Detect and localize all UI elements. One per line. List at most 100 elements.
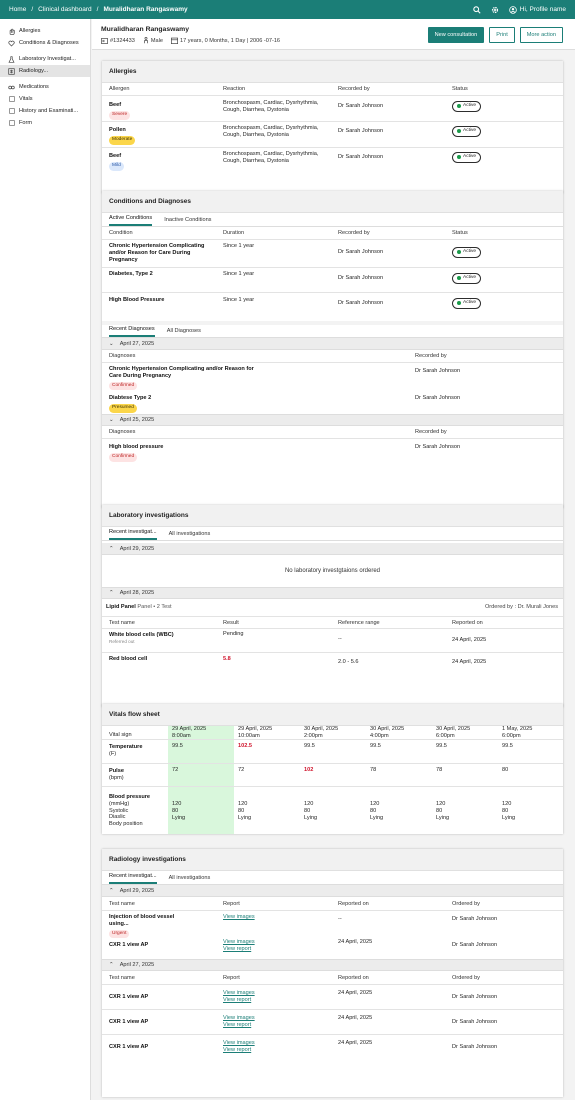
list-item[interactable]: High blood pressure Confirmed Dr Sarah Jo… [102, 439, 563, 465]
date-group-header[interactable]: ⌃ April 28, 2025 [102, 587, 563, 599]
date-group-header[interactable]: ⌄ April 25, 2025 [102, 414, 563, 426]
tab-recent-investigations[interactable]: Recent investigat... [109, 529, 157, 540]
table-row[interactable]: Chronic Hypertension Complicating and/or… [102, 240, 563, 268]
column-time: 6:00pm [436, 732, 455, 739]
diagnosis-name: Diabtese Type 2 [109, 395, 152, 401]
tab-active-conditions[interactable]: Active Conditions [109, 215, 153, 226]
reported-on: 24 April, 2025 [338, 939, 373, 945]
print-button[interactable]: Print [489, 27, 515, 43]
pulse-value: 72 [172, 767, 179, 773]
more-action-button[interactable]: More action [519, 27, 563, 43]
table-row[interactable]: CXR 1 view AP View images View report 24 … [102, 938, 563, 957]
vitals-column-date: 1 May, 2025 6:00pm [502, 726, 532, 740]
sidebar-item-allergies[interactable]: Allergies [0, 25, 90, 37]
chevron-up-icon: ⌃ [109, 962, 114, 968]
temperature-value: 99.5 [172, 743, 183, 749]
new-consultation-button[interactable]: New consultation [427, 27, 485, 43]
vitals-title: Vitals flow sheet [102, 704, 563, 726]
sidebar-item-medications[interactable]: Medications [0, 81, 90, 93]
reaction-text: Bronchospasm, Cardiac, Dysrhythmia, Coug… [223, 125, 319, 138]
column-header: Status [452, 86, 468, 92]
column-time: 4:00pm [370, 732, 389, 739]
sidebar-item-label: Conditions & Diagnoses [19, 40, 79, 46]
table-row[interactable]: CXR 1 view AP View images View report 24 … [102, 985, 563, 1010]
view-images-link[interactable]: View images [223, 1015, 255, 1021]
heart-icon [8, 40, 15, 47]
test-name: CXR 1 view AP [109, 1044, 149, 1050]
breadcrumb-clinical-dashboard[interactable]: Clinical dashboard [38, 6, 91, 13]
tab-recent-investigations[interactable]: Recent investigat... [109, 873, 157, 884]
ordered-by: Dr Sarah Johnson [452, 942, 498, 948]
vitals-column-date: 29 April, 2025 8:00am [172, 726, 206, 740]
table-row[interactable]: Injection of blood vessel using... Urgent… [102, 911, 563, 939]
view-report-link[interactable]: View report [223, 946, 251, 952]
flask-icon [8, 55, 15, 63]
view-report-link[interactable]: View report [223, 1022, 251, 1028]
table-row[interactable]: Red blood cell 5.8 2.0 - 5.6 24 April, 2… [102, 653, 563, 679]
ordered-by: Dr Sarah Johnson [452, 994, 498, 1000]
view-images-link[interactable]: View images [223, 1040, 255, 1046]
view-images-link[interactable]: View images [223, 939, 255, 945]
column-header: Ordered by [452, 975, 480, 981]
column-header: Diagnoses [109, 353, 136, 359]
date-group-header[interactable]: ⌃ April 29, 2025 [102, 885, 563, 897]
date-group-header[interactable]: ⌄ April 27, 2025 [102, 338, 563, 350]
sidebar-item-vitals[interactable]: Vitals [0, 93, 90, 105]
view-report-link[interactable]: View report [223, 997, 251, 1003]
sidebar-item-laboratory[interactable]: Laboratory Investigat... [0, 53, 90, 65]
list-item[interactable]: Chronic Hypertension Complicating and/or… [102, 363, 563, 392]
table-row[interactable]: Beef Mild Bronchospasm, Cardiac, Dysrhyth… [102, 148, 563, 174]
chevron-down-icon: ⌄ [109, 417, 114, 423]
search-icon[interactable] [473, 5, 481, 14]
table-row[interactable]: Beef Severe Bronchospasm, Cardiac, Dysrhy… [102, 96, 563, 122]
profile-menu[interactable]: Hi, Profile name [508, 5, 566, 14]
condition-name: High Blood Pressure [109, 297, 165, 303]
table-header: Test name Result Reference range Reporte… [102, 616, 563, 629]
table-row[interactable]: Diabetes, Type 2 Since 1 year Dr Sarah J… [102, 268, 563, 293]
table-row[interactable]: CXR 1 view AP View images View report 24 … [102, 1010, 563, 1035]
view-report-link[interactable]: View report [223, 1047, 251, 1053]
table-row[interactable]: Pollen Moderate Bronchospasm, Cardiac, Dy… [102, 122, 563, 148]
column-header: Ordered by [452, 901, 480, 907]
checkbox-icon [8, 120, 15, 127]
condition-name: Chronic Hypertension Complicating and/or… [109, 243, 205, 263]
date-group-header[interactable]: ⌃ April 27, 2025 [102, 959, 563, 971]
sidebar-item-history[interactable]: History and Examinati... [0, 105, 90, 117]
chevron-up-icon: ⌃ [109, 545, 114, 552]
blood-pressure-value: 120 80 Lying [304, 801, 317, 821]
tab-all-investigations[interactable]: All investigations [169, 531, 211, 540]
column-header: Recorded by [338, 230, 370, 236]
date-group-header[interactable]: ⌃ April 29, 2025 [102, 543, 563, 555]
sidebar-item-form[interactable]: Form [0, 117, 90, 129]
reported-on: 24 April, 2025 [338, 1040, 373, 1046]
tab-inactive-conditions[interactable]: Inactive Conditions [164, 217, 211, 226]
column-time: 6:00pm [502, 732, 521, 739]
tab-all-diagnoses[interactable]: All Diagnoses [167, 328, 201, 337]
vitals-column-date: 30 April, 2025 6:00pm [436, 726, 470, 740]
tab-all-investigations[interactable]: All investigations [169, 875, 211, 884]
sidebar-item-label: History and Examinati... [19, 108, 79, 114]
systolic-value: 120 [304, 801, 314, 807]
severity-badge: Moderate [109, 135, 136, 145]
temperature-value: 99.5 [436, 743, 447, 749]
list-item[interactable]: Diabtese Type 2 Presumed Dr Sarah Johnson [102, 392, 563, 414]
view-images-link[interactable]: View images [223, 990, 255, 996]
table-row[interactable]: White blood cells (WBC) Referred out Pend… [102, 629, 563, 653]
recorded-by: Dr Sarah Johnson [338, 300, 384, 306]
table-row[interactable]: High Blood Pressure Since 1 year Dr Sara… [102, 293, 563, 321]
patient-id: #1324433 [110, 37, 135, 44]
diastolic-value: 80 [436, 807, 443, 814]
pulse-value: 80 [502, 767, 509, 773]
table-header: Test name Report Reported on Ordered by [102, 971, 563, 985]
column-date: 29 April, 2025 [238, 726, 273, 732]
sidebar-item-radiology[interactable]: Radiology... [0, 65, 90, 77]
sidebar-item-conditions[interactable]: Conditions & Diagnoses [0, 37, 90, 49]
diastolic-value: 80 [172, 807, 179, 814]
table-row[interactable]: CXR 1 view AP View images View report 24 … [102, 1035, 563, 1060]
breadcrumb-home[interactable]: Home [9, 6, 26, 13]
tab-recent-diagnoses[interactable]: Recent Diagnoses [109, 326, 155, 337]
column-header: Recorded by [338, 86, 370, 92]
gear-icon[interactable] [491, 6, 499, 14]
view-images-link[interactable]: View images [223, 914, 255, 921]
severity-badge: Severe [109, 110, 131, 120]
